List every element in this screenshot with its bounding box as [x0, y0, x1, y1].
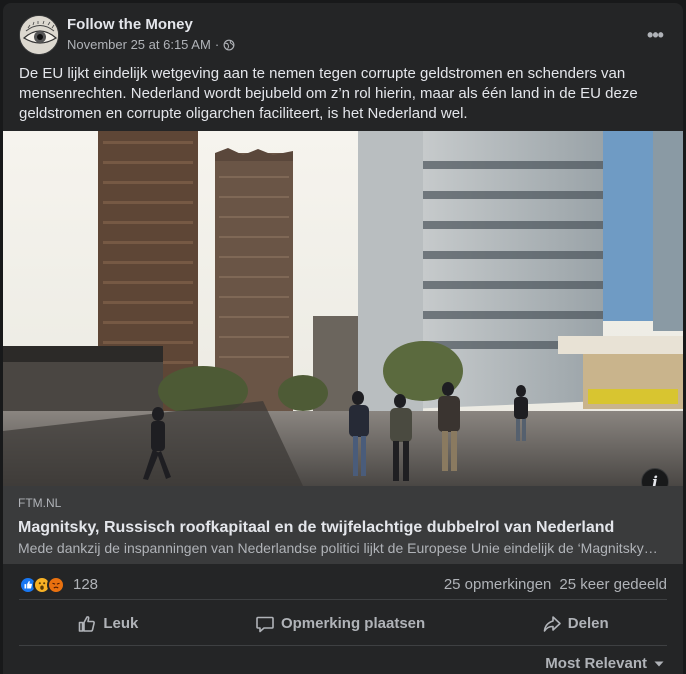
- shares-count[interactable]: 25 keer gedeeld: [559, 576, 667, 593]
- engagement-counts: 25 opmerkingen 25 keer gedeeld: [444, 576, 667, 593]
- eye-logo-icon: [20, 16, 58, 54]
- more-horizontal-icon: •••: [647, 24, 664, 45]
- meta-separator: ·: [214, 37, 220, 52]
- link-preview-image[interactable]: i: [3, 131, 683, 486]
- thumbs-up-icon: [79, 615, 96, 632]
- comment-button[interactable]: Opmerking plaatsen: [243, 608, 437, 640]
- city-photo: [3, 131, 683, 486]
- post-meta: November 25 at 6:15 AM ·: [67, 37, 235, 52]
- post-timestamp[interactable]: November 25 at 6:15 AM: [67, 37, 211, 52]
- comment-icon: [256, 616, 274, 632]
- page-avatar[interactable]: [19, 15, 59, 55]
- link-info-panel[interactable]: FTM.NL Magnitsky, Russisch roofkapitaal …: [3, 486, 683, 564]
- caret-down-icon: [654, 661, 664, 666]
- more-options-button[interactable]: •••: [641, 21, 669, 49]
- sort-label: Most Relevant: [545, 655, 647, 672]
- post-stats: 128 25 opmerkingen 25 keer gedeeld: [19, 570, 667, 600]
- share-label: Delen: [567, 615, 609, 632]
- post-actions: Leuk Opmerking plaatsen Delen: [19, 602, 667, 646]
- reactions-summary[interactable]: 128: [19, 575, 99, 594]
- like-label: Leuk: [103, 615, 139, 632]
- reaction-count: 128: [73, 576, 99, 593]
- page-name[interactable]: Follow the Money: [67, 16, 193, 33]
- info-icon: i: [652, 473, 658, 486]
- link-domain: FTM.NL: [18, 496, 62, 510]
- like-button[interactable]: Leuk: [65, 608, 150, 640]
- globe-icon[interactable]: [223, 39, 235, 51]
- post-header: Follow the Money November 25 at 6:15 AM …: [19, 15, 669, 55]
- link-title[interactable]: Magnitsky, Russisch roofkapitaal en de t…: [18, 519, 668, 537]
- comments-count[interactable]: 25 opmerkingen: [444, 576, 552, 593]
- post-card: Follow the Money November 25 at 6:15 AM …: [3, 3, 683, 674]
- comments-sort-dropdown[interactable]: Most Relevant: [545, 655, 665, 672]
- share-button[interactable]: Delen: [530, 608, 621, 640]
- link-description: Mede dankzij de inspanningen van Nederla…: [18, 540, 658, 556]
- share-icon: [543, 615, 561, 632]
- comment-label: Opmerking plaatsen: [280, 615, 426, 632]
- post-text: De EU lijkt eindelijk wetgeving aan te n…: [19, 65, 638, 122]
- angry-icon: [47, 575, 65, 594]
